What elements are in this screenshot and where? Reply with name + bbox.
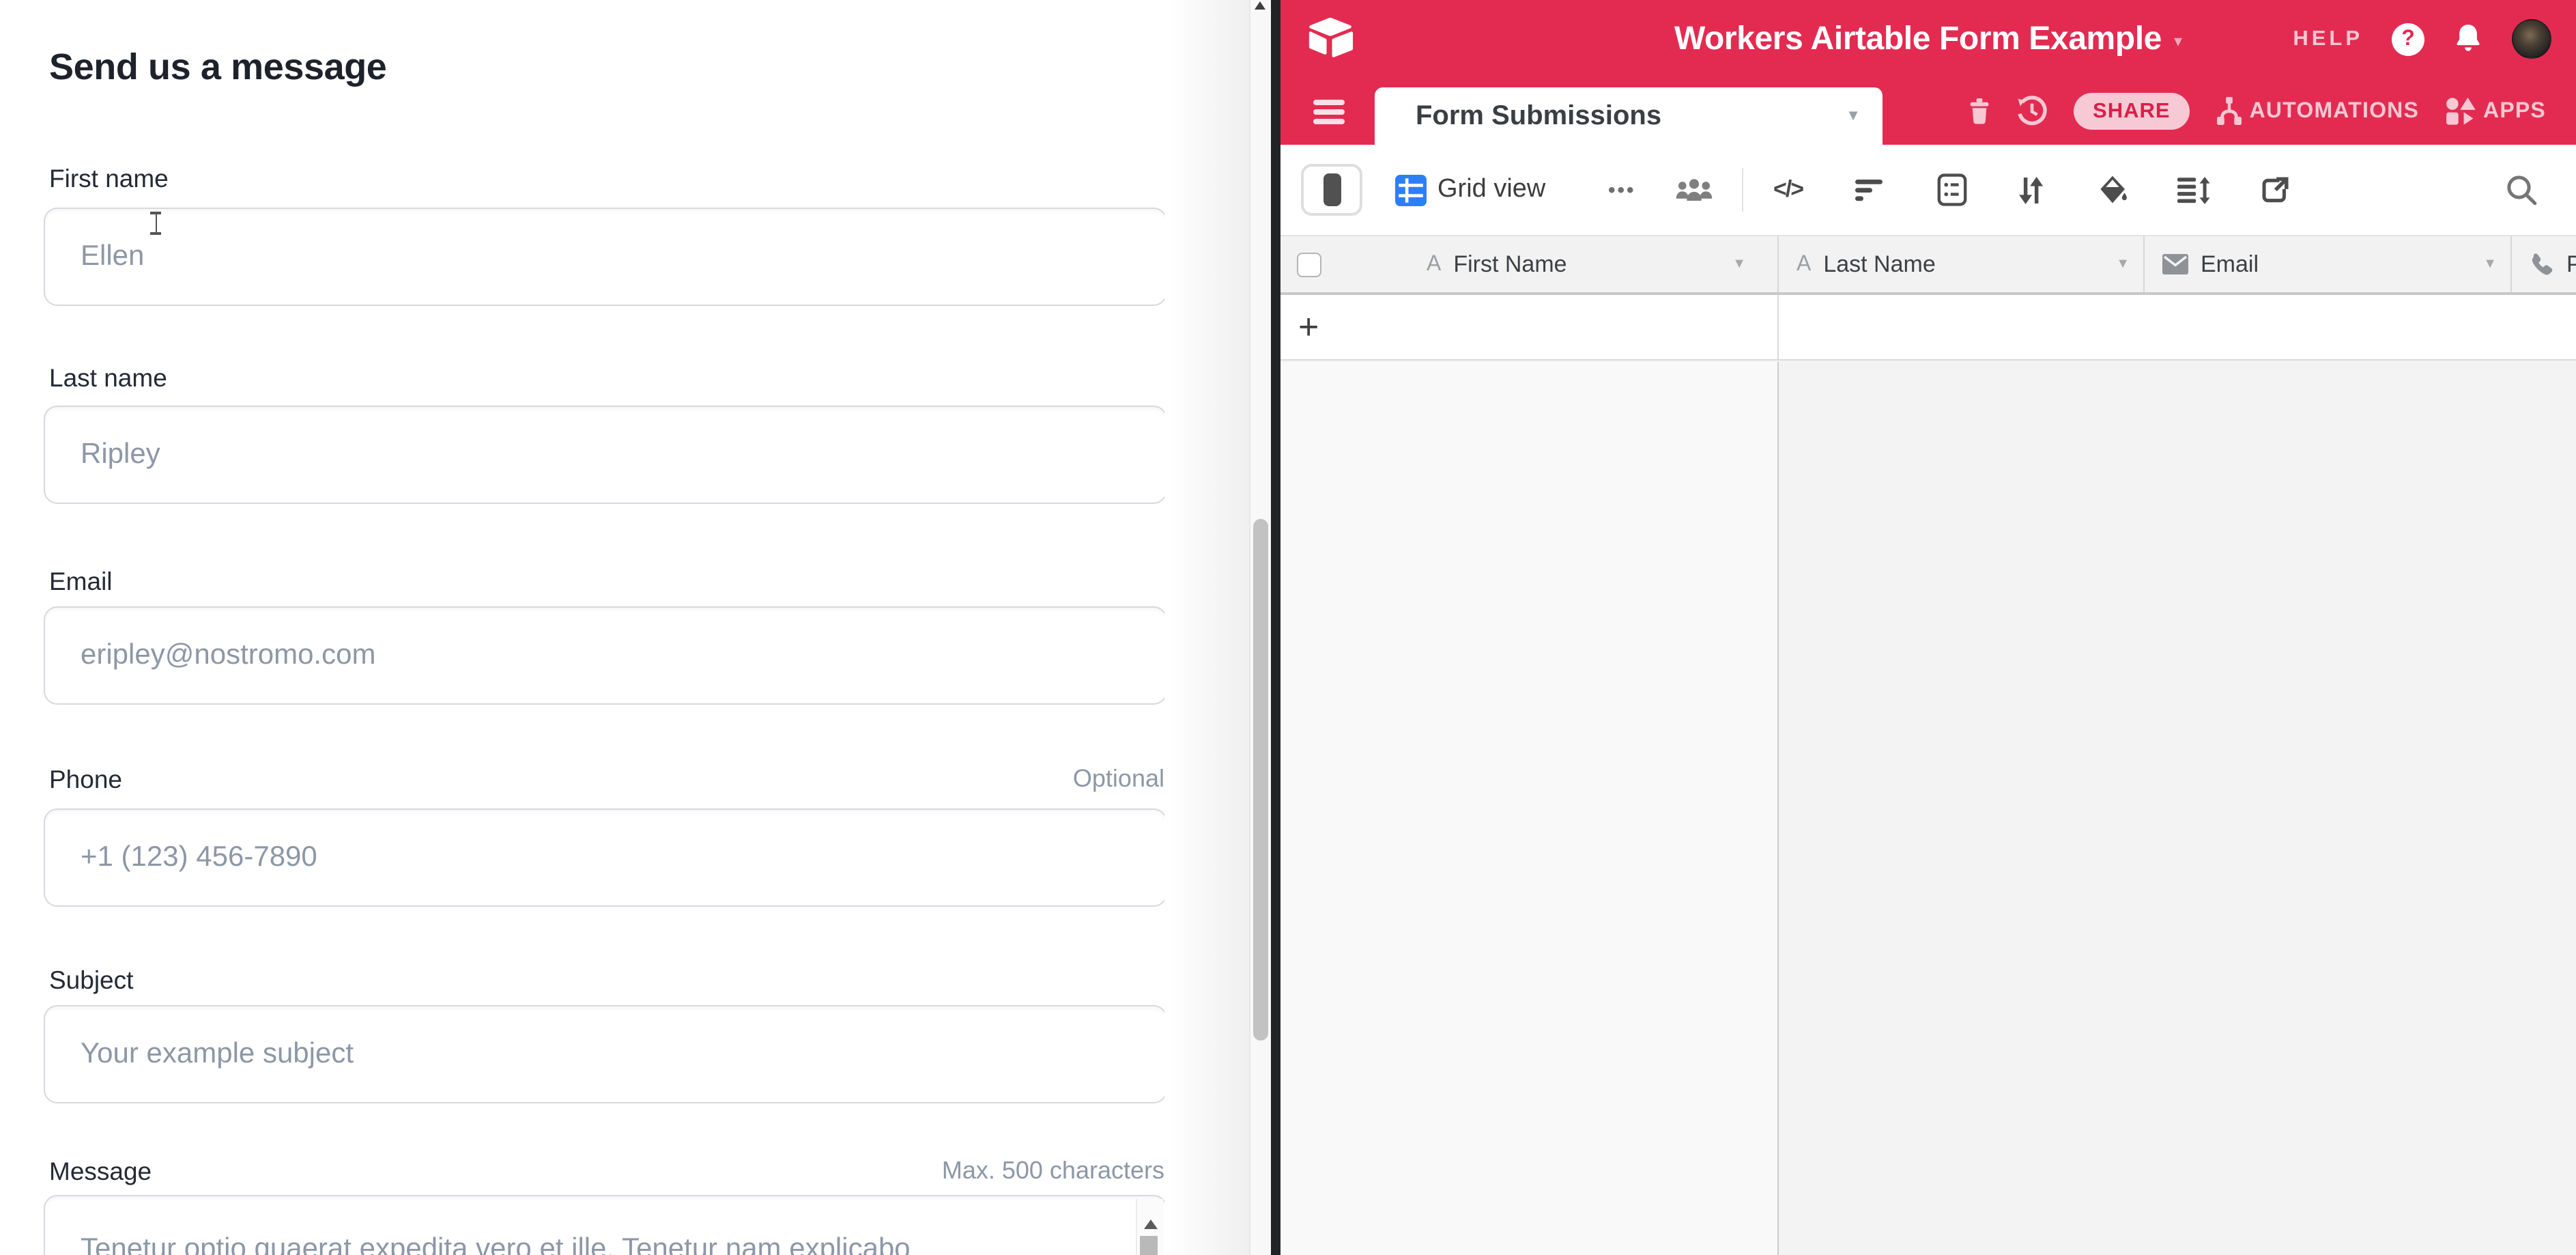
- sidebar-panel-icon: [1323, 173, 1341, 206]
- screen: Send us a message First name Last name E…: [0, 0, 2576, 1255]
- message-textarea[interactable]: Tenetur optio quaerat expedita vero et i…: [44, 1195, 1167, 1255]
- text-cursor-icon: [149, 212, 162, 235]
- subject-input[interactable]: [44, 1005, 1167, 1103]
- ellipsis-icon: •••: [1608, 178, 1636, 201]
- email-input[interactable]: [44, 606, 1167, 705]
- color-fill-button[interactable]: [2098, 145, 2128, 235]
- window-divider: [1271, 0, 1280, 1255]
- chevron-down-icon[interactable]: ▼: [2483, 257, 2497, 272]
- search-icon[interactable]: [2505, 145, 2538, 235]
- group-records-button[interactable]: [1937, 145, 1967, 235]
- chevron-down-icon: ▾: [2174, 27, 2182, 51]
- phone-input[interactable]: [44, 808, 1167, 907]
- page-edge-gutter: [1164, 0, 1249, 1255]
- view-toolbar: Grid view ••• </>: [1280, 145, 2576, 235]
- filter-button[interactable]: [1855, 145, 1884, 235]
- grid-body-primary-column: [1280, 362, 1777, 1255]
- last-name-input[interactable]: [44, 406, 1167, 504]
- sort-button[interactable]: [2018, 145, 2044, 235]
- tabbar-right-cluster: SHARE AUTOMATIONS: [1969, 78, 2546, 145]
- plus-icon[interactable]: +: [1298, 306, 1319, 348]
- airtable-window: Workers Airtable Form Example ▾ HELP ? F…: [1280, 0, 2576, 1255]
- trash-icon[interactable]: [1969, 98, 1990, 124]
- toolbar-divider: [1742, 168, 1743, 212]
- grid-body: [1280, 362, 2576, 1255]
- view-name: Grid view: [1437, 175, 1545, 205]
- embed-code-button[interactable]: </>: [1773, 145, 1803, 235]
- view-sidebar-toggle[interactable]: [1301, 164, 1362, 216]
- page-title: Send us a message: [49, 46, 386, 89]
- message-label: Message: [49, 1157, 152, 1187]
- help-button[interactable]: HELP: [2293, 27, 2363, 51]
- message-scrollbar-thumb[interactable]: [1140, 1236, 1158, 1255]
- last-name-label: Last name: [49, 363, 167, 393]
- grid-body-secondary-area: [1779, 362, 2576, 1255]
- view-options-button[interactable]: •••: [1608, 145, 1636, 235]
- column-header-phone[interactable]: Phone: [2512, 236, 2576, 292]
- apps-label: APPS: [2483, 99, 2546, 124]
- share-button[interactable]: SHARE: [2074, 93, 2190, 130]
- automations-label: AUTOMATIONS: [2250, 99, 2419, 124]
- phone-field-type-icon: [2530, 252, 2554, 277]
- notifications-bell-icon[interactable]: [2453, 23, 2483, 55]
- column-header-first-name[interactable]: A First Name ▼: [1280, 236, 1777, 292]
- tab-form-submissions[interactable]: Form Submissions ▼: [1375, 87, 1883, 145]
- grid-view-icon: [1395, 145, 1427, 235]
- scroll-up-icon[interactable]: [1255, 1, 1265, 10]
- history-icon[interactable]: [2016, 96, 2048, 127]
- contact-form-panel: Send us a message First name Last name E…: [0, 0, 1271, 1255]
- column-name: Last Name: [1823, 251, 1935, 278]
- grid-header-row: A First Name ▼ A Last Name ▼ Email ▼: [1280, 235, 2576, 295]
- phone-label: Phone: [49, 765, 122, 795]
- share-view-button[interactable]: [2261, 145, 2289, 235]
- text-field-type-icon: A: [1797, 252, 1811, 277]
- collaborators-icon[interactable]: [1675, 145, 1713, 235]
- base-title[interactable]: Workers Airtable Form Example: [1674, 20, 2162, 58]
- email-label: Email: [49, 567, 113, 597]
- column-separator: [1777, 295, 1779, 361]
- automations-button[interactable]: AUTOMATIONS: [2216, 96, 2419, 127]
- chevron-down-icon[interactable]: ▼: [1732, 257, 1746, 272]
- topbar-right-cluster: HELP ?: [2293, 0, 2551, 78]
- airtable-topbar: Workers Airtable Form Example ▾ HELP ?: [1280, 0, 2576, 78]
- scroll-up-icon[interactable]: [1144, 1219, 1158, 1229]
- subject-label: Subject: [49, 965, 133, 996]
- row-height-button[interactable]: [2177, 145, 2210, 235]
- phone-optional-note: Optional: [1073, 765, 1164, 793]
- column-separator: [1777, 362, 1779, 1255]
- text-field-type-icon: A: [1427, 252, 1441, 277]
- table-tabbar: Form Submissions ▼: [1280, 78, 2576, 145]
- select-all-checkbox[interactable]: [1297, 252, 1321, 277]
- menu-icon[interactable]: [1313, 100, 1345, 124]
- user-avatar[interactable]: [2512, 19, 2551, 59]
- view-name-button[interactable]: Grid view: [1437, 145, 1545, 235]
- help-question-icon[interactable]: ?: [2392, 23, 2424, 55]
- apps-button[interactable]: APPS: [2445, 97, 2546, 126]
- column-name: First Name: [1453, 251, 1566, 278]
- column-header-last-name[interactable]: A Last Name ▼: [1777, 236, 2145, 292]
- chevron-down-icon[interactable]: ▼: [2116, 257, 2130, 272]
- first-name-label: First name: [49, 164, 169, 194]
- chevron-down-icon[interactable]: ▼: [1846, 108, 1861, 124]
- column-name: Email: [2201, 251, 2259, 278]
- first-name-input[interactable]: [44, 208, 1167, 306]
- code-icon: </>: [1773, 176, 1803, 203]
- add-record-row[interactable]: +: [1280, 295, 2576, 361]
- column-header-email[interactable]: Email ▼: [2145, 236, 2512, 292]
- email-field-type-icon: [2162, 254, 2188, 274]
- column-name: Phone: [2566, 251, 2576, 278]
- message-maxchars-note: Max. 500 characters: [942, 1157, 1164, 1185]
- page-scrollbar-thumb[interactable]: [1253, 519, 1268, 1041]
- table-name: Form Submissions: [1416, 100, 1661, 132]
